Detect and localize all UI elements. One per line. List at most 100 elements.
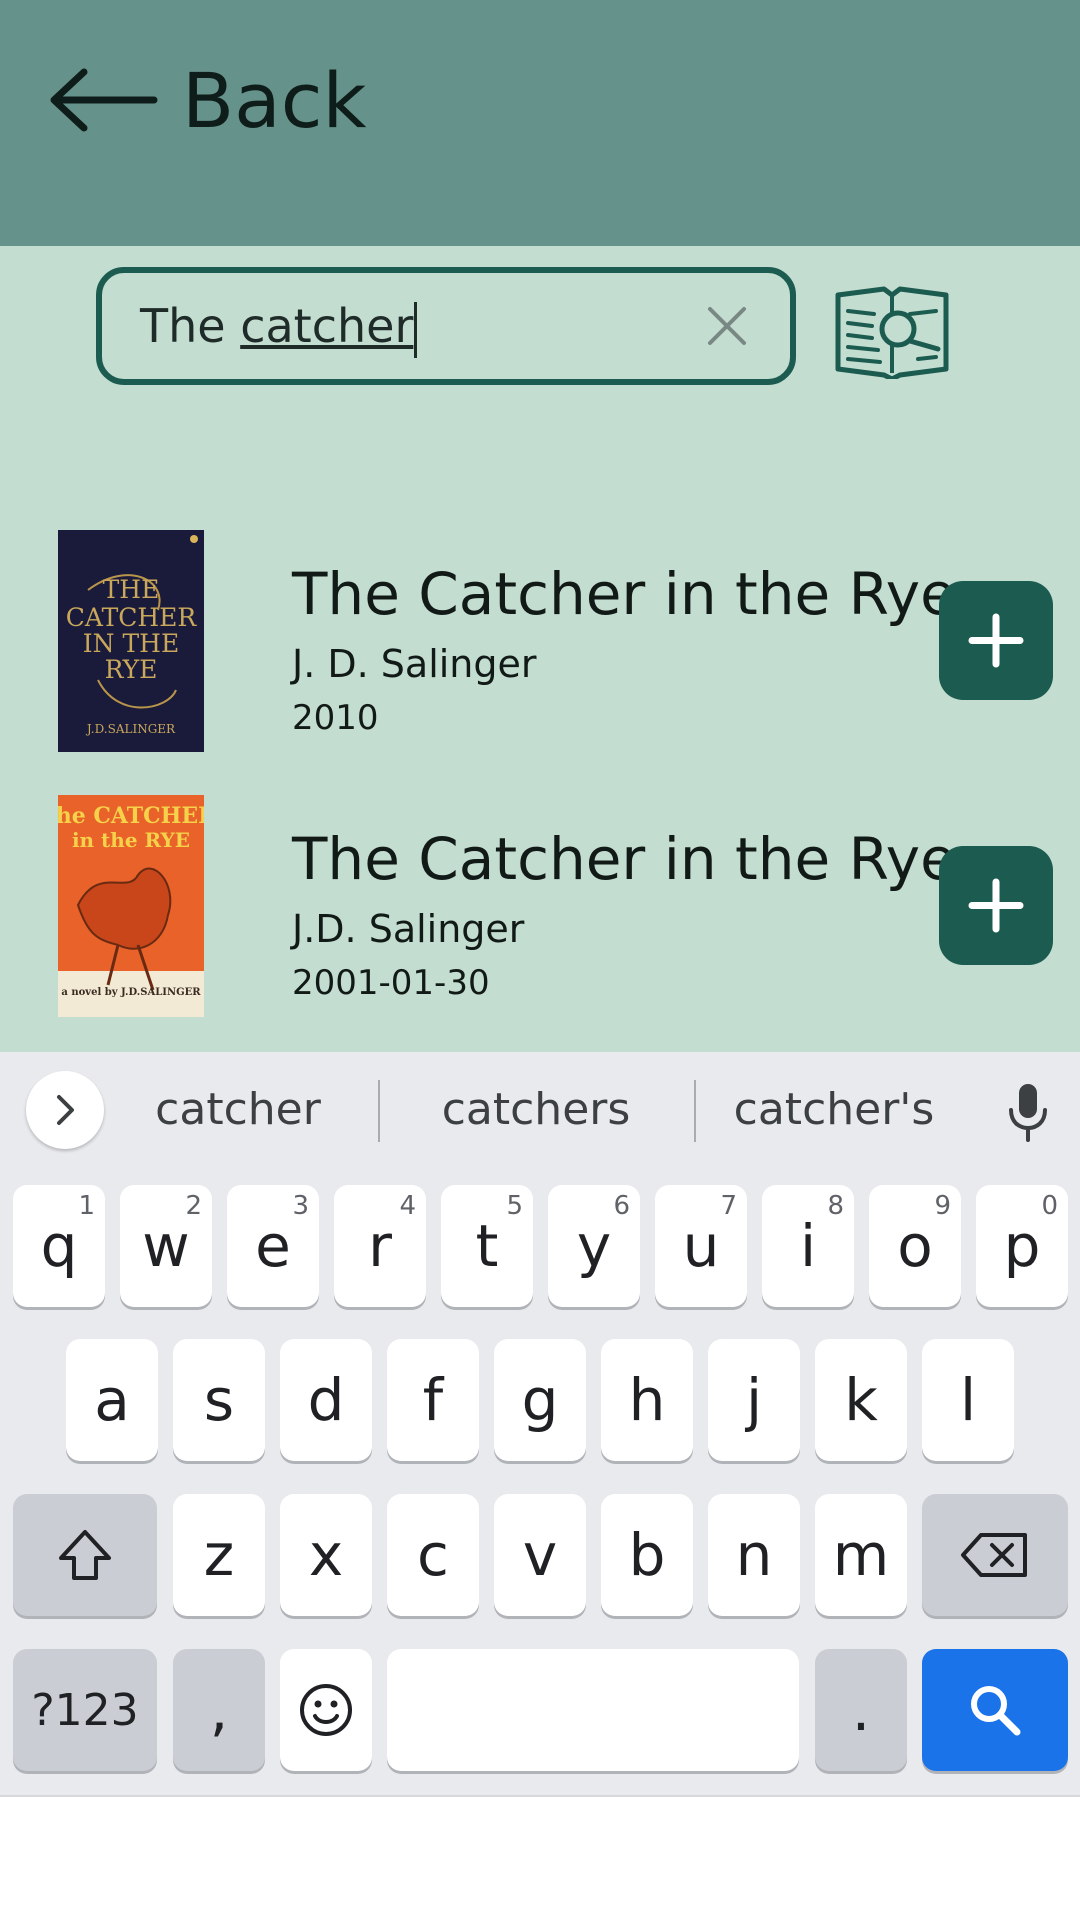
key-label: q	[40, 1212, 78, 1280]
key-g[interactable]: g	[494, 1339, 586, 1461]
book-search-button[interactable]	[834, 283, 950, 382]
svg-text:IN THE: IN THE	[83, 629, 179, 658]
plus-icon	[968, 613, 1024, 668]
backspace-key[interactable]	[922, 1494, 1068, 1616]
shift-key[interactable]	[13, 1494, 157, 1616]
clear-search-button[interactable]	[700, 299, 754, 353]
key-hint: 9	[934, 1191, 951, 1221]
search-action-key[interactable]	[922, 1649, 1068, 1771]
key-e[interactable]: e3	[227, 1185, 319, 1307]
key-c[interactable]: c	[387, 1494, 479, 1616]
svg-text:RYE: RYE	[105, 655, 158, 684]
key-z[interactable]: z	[173, 1494, 265, 1616]
svg-text:a novel by J.D.SALINGER: a novel by J.D.SALINGER	[61, 987, 201, 998]
key-hint: 1	[78, 1191, 95, 1221]
book-title: The Catcher in the Rye	[292, 825, 956, 893]
symbols-key[interactable]: ?123	[13, 1649, 157, 1771]
key-v[interactable]: v	[494, 1494, 586, 1616]
key-u[interactable]: u7	[655, 1185, 747, 1307]
key-hint: 6	[613, 1191, 630, 1221]
book-search-icon	[835, 286, 949, 382]
key-i[interactable]: i8	[762, 1185, 854, 1307]
key-label: p	[1003, 1212, 1041, 1280]
search-input[interactable]: The catcher	[96, 267, 796, 385]
emoji-key[interactable]	[280, 1649, 372, 1771]
plus-icon	[968, 878, 1024, 933]
space-key[interactable]	[387, 1649, 799, 1771]
key-y[interactable]: y6	[548, 1185, 640, 1307]
key-h[interactable]: h	[601, 1339, 693, 1461]
book-cover: the CATCHER in the RYE a novel by J.D.SA…	[46, 795, 217, 1017]
key-label: y	[576, 1212, 612, 1280]
shift-icon	[59, 1530, 111, 1580]
suggestion-divider	[378, 1080, 380, 1142]
suggestion-item[interactable]: catchers	[396, 1084, 676, 1135]
arrow-left-icon	[50, 68, 158, 132]
key-label: w	[142, 1212, 190, 1280]
key-hint: 0	[1041, 1191, 1058, 1221]
back-button[interactable]: Back	[48, 56, 367, 145]
key-p[interactable]: p0	[976, 1185, 1068, 1307]
key-label: r	[368, 1212, 392, 1280]
key-label: t	[475, 1212, 499, 1280]
key-r[interactable]: r4	[334, 1185, 426, 1307]
search-query-prefix: The	[140, 299, 241, 353]
book-author: J. D. Salinger	[292, 642, 537, 686]
result-item[interactable]: the CATCHER in the RYE a novel by J.D.SA…	[0, 795, 1080, 1025]
key-n[interactable]: n	[708, 1494, 800, 1616]
key-label: e	[255, 1212, 291, 1280]
voice-input-button[interactable]	[1000, 1082, 1056, 1142]
svg-text:CATCHER: CATCHER	[66, 603, 198, 632]
result-item[interactable]: THE CATCHER IN THE RYE J.D.SALINGER The …	[0, 530, 1080, 760]
key-hint: 4	[399, 1191, 416, 1221]
book-year: 2010	[292, 698, 379, 738]
suggestion-item[interactable]: catcher	[98, 1084, 378, 1135]
key-hint: 8	[827, 1191, 844, 1221]
app-header: Back	[0, 0, 1080, 246]
key-label: i	[799, 1212, 817, 1280]
keyboard-toolbar-expand-button[interactable]	[26, 1071, 104, 1149]
key-hint: 2	[185, 1191, 202, 1221]
key-o[interactable]: o9	[869, 1185, 961, 1307]
add-book-button[interactable]	[939, 581, 1053, 700]
suggestion-item[interactable]: catcher's	[694, 1084, 974, 1135]
key-a[interactable]: a	[66, 1339, 158, 1461]
key-hint: 5	[506, 1191, 523, 1221]
key-s[interactable]: s	[173, 1339, 265, 1461]
microphone-icon	[1009, 1084, 1047, 1142]
key-label: u	[682, 1212, 720, 1280]
search-query-composing: catcher	[240, 299, 414, 353]
search-query[interactable]: The catcher	[140, 299, 418, 358]
key-hint: 7	[720, 1191, 737, 1221]
book-author: J.D. Salinger	[292, 907, 525, 951]
key-m[interactable]: m	[815, 1494, 907, 1616]
key-x[interactable]: x	[280, 1494, 372, 1616]
backspace-icon	[961, 1533, 1027, 1577]
key-b[interactable]: b	[601, 1494, 693, 1616]
key-f[interactable]: f	[387, 1339, 479, 1461]
search-icon	[971, 1686, 1021, 1736]
key-l[interactable]: l	[922, 1339, 1014, 1461]
chevron-right-icon	[57, 1095, 74, 1125]
period-key[interactable]: .	[815, 1649, 907, 1771]
close-icon	[708, 307, 746, 345]
add-book-button[interactable]	[939, 846, 1053, 965]
svg-text:J.D.SALINGER: J.D.SALINGER	[85, 722, 176, 736]
key-d[interactable]: d	[280, 1339, 372, 1461]
divider	[0, 1795, 1080, 1797]
key-label: o	[897, 1212, 933, 1280]
key-hint: 3	[292, 1191, 309, 1221]
key-q[interactable]: q1	[13, 1185, 105, 1307]
svg-text:in the RYE: in the RYE	[72, 828, 190, 852]
svg-text:THE: THE	[103, 575, 160, 604]
comma-key[interactable]: ,	[173, 1649, 265, 1771]
key-k[interactable]: k	[815, 1339, 907, 1461]
book-year: 2001-01-30	[292, 963, 490, 1003]
svg-text:the CATCHER: the CATCHER	[58, 803, 204, 829]
key-w[interactable]: w2	[120, 1185, 212, 1307]
back-label: Back	[182, 55, 367, 145]
key-j[interactable]: j	[708, 1339, 800, 1461]
key-t[interactable]: t5	[441, 1185, 533, 1307]
book-cover: THE CATCHER IN THE RYE J.D.SALINGER	[58, 530, 204, 752]
emoji-icon	[300, 1684, 352, 1736]
